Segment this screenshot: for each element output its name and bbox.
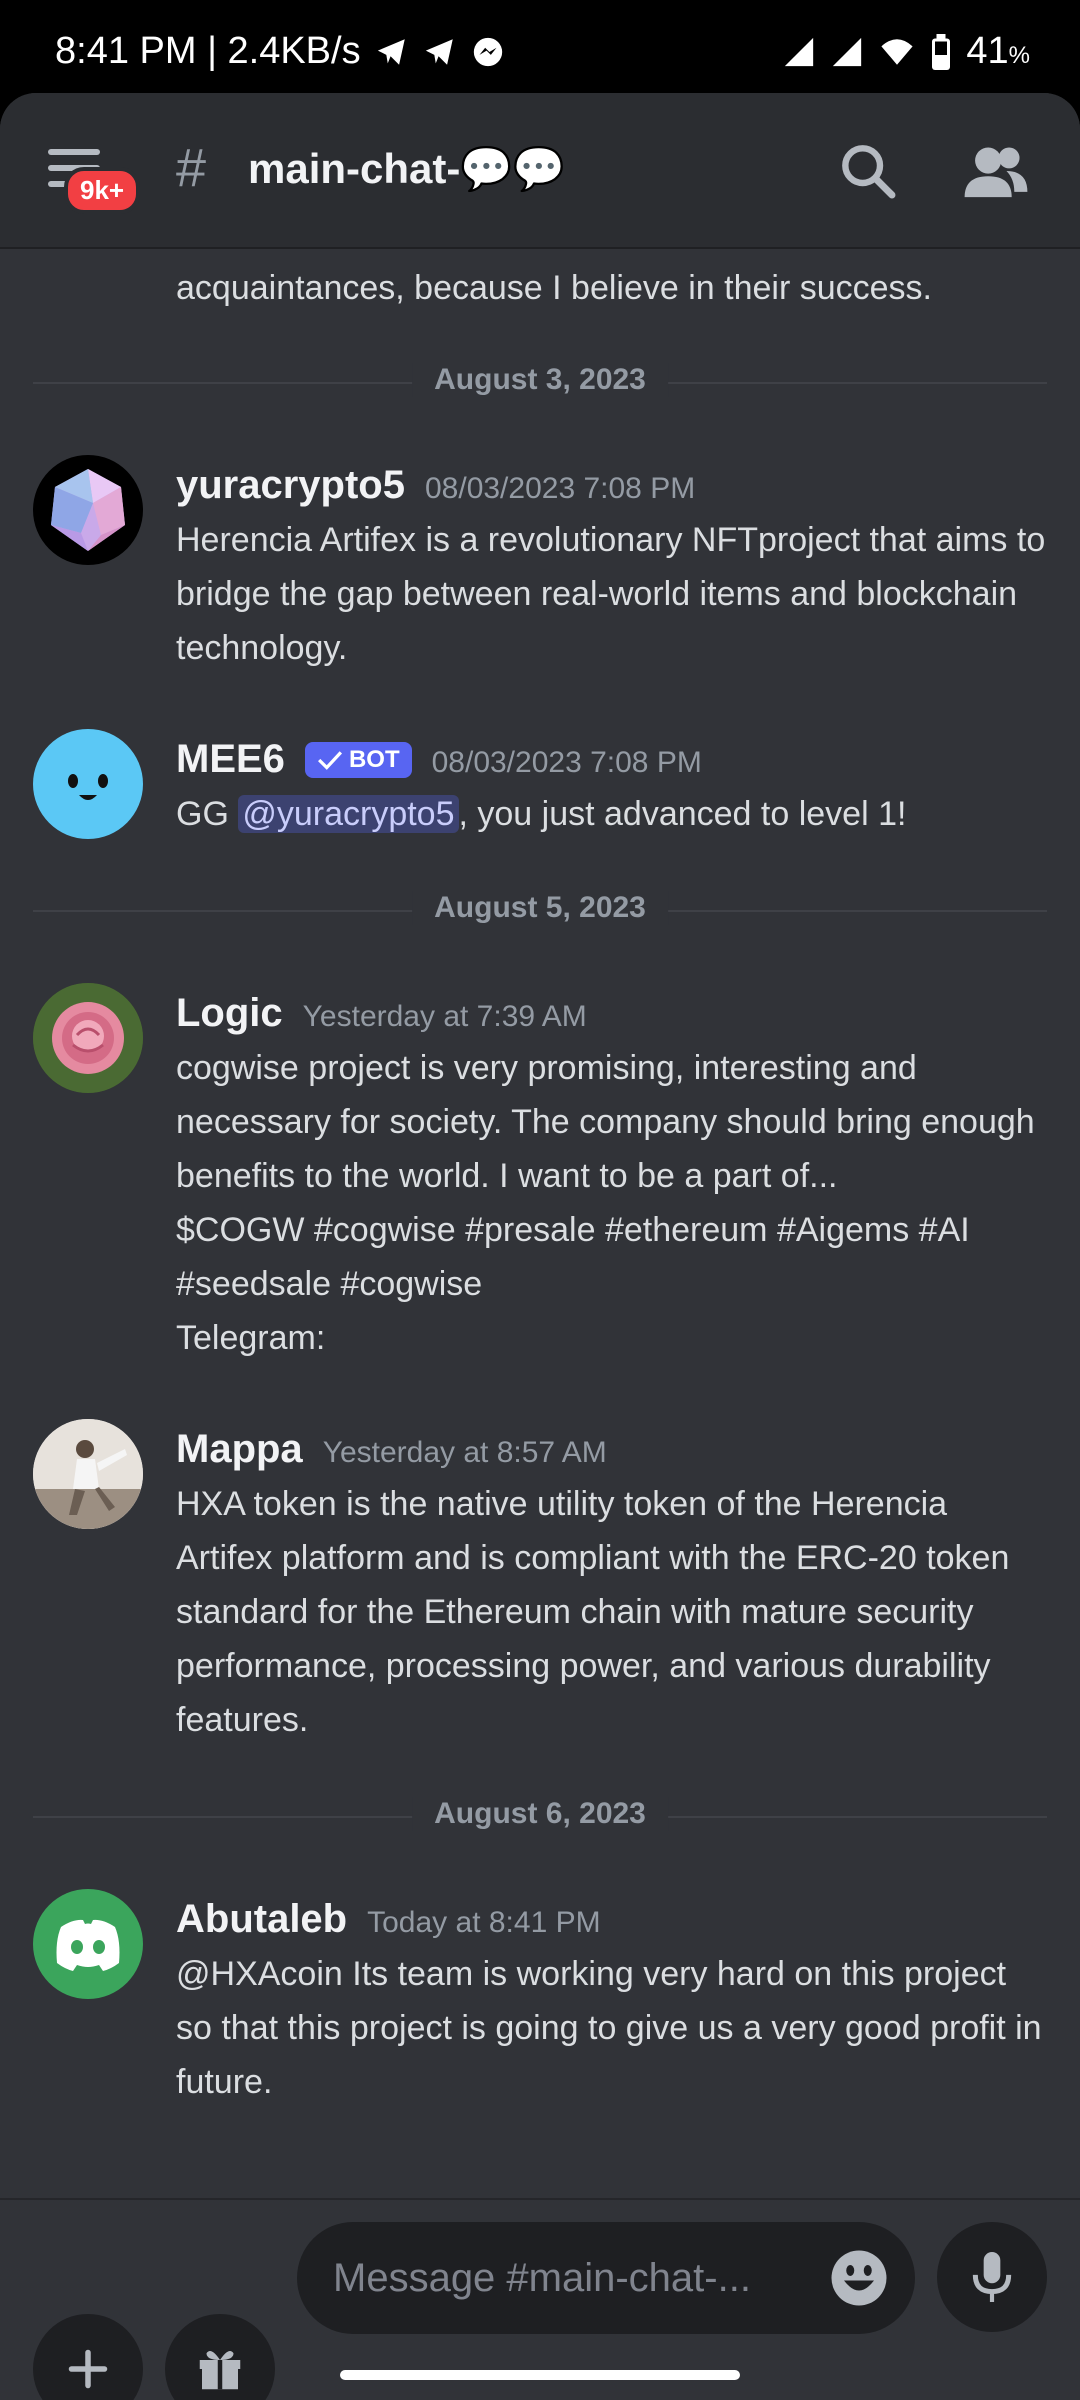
status-right: 41%: [782, 30, 1030, 73]
divider-label: August 6, 2023: [412, 1797, 668, 1831]
battery-level: 41%: [966, 30, 1030, 73]
polyhedron-avatar-icon: [51, 469, 125, 551]
status-time-speed: 8:41 PM | 2.4KB/s: [55, 30, 361, 72]
message-line: Telegram:: [176, 1319, 326, 1357]
message-line: $COGW #cogwise #presale #ethereum #Aigem…: [176, 1211, 970, 1303]
timestamp: Today at 8:41 PM: [367, 1906, 601, 1939]
checkmark-icon: [317, 750, 342, 770]
message-text: Herencia Artifex is a revolutionary NFTp…: [176, 521, 1046, 667]
plus-icon: [68, 2349, 108, 2389]
partial-message: acquaintances, because I believe in thei…: [176, 269, 933, 307]
telegram-icon: [377, 38, 405, 65]
username[interactable]: Mappa: [176, 1427, 303, 1472]
channel-title[interactable]: main-chat-💬💬: [248, 145, 565, 194]
avatar[interactable]: [33, 1419, 143, 1529]
wifi-icon: [881, 38, 913, 65]
username[interactable]: Abutaleb: [176, 1897, 347, 1942]
timestamp: 08/03/2023 7:08 PM: [431, 746, 702, 779]
user-mention[interactable]: @yuracrypto5: [238, 795, 459, 833]
message-line: cogwise project is very promising, inter…: [176, 1049, 1035, 1195]
avatar[interactable]: [33, 1889, 143, 1999]
battery-unit: %: [1008, 42, 1030, 69]
home-indicator[interactable]: [340, 2370, 740, 2380]
bot-tag-label: BOT: [348, 745, 400, 773]
message-header: Mappa Yesterday at 8:57 AM: [176, 1427, 607, 1472]
timestamp: Yesterday at 7:39 AM: [302, 1000, 587, 1033]
channel-header: 9k+ # main-chat-💬💬: [0, 93, 1080, 249]
signal-icon: [833, 37, 862, 66]
dancer-avatar-icon: [33, 1419, 143, 1529]
message-text: GG @yuracrypto5, you just advanced to le…: [176, 787, 1046, 841]
add-attachment-button[interactable]: [33, 2314, 143, 2400]
avatar[interactable]: [33, 983, 143, 1093]
message-text: HXA token is the native utility token of…: [176, 1485, 1010, 1739]
message-header: yuracrypto5 08/03/2023 7:08 PM: [176, 463, 695, 508]
mee6-face-icon: [68, 774, 108, 800]
date-divider: August 3, 2023: [33, 363, 1047, 401]
date-divider: August 6, 2023: [33, 1797, 1047, 1835]
members-button[interactable]: [962, 139, 1028, 203]
username[interactable]: MEE6: [176, 737, 285, 782]
message-text: @HXAcoin Its team is working very hard o…: [176, 1955, 1042, 2101]
timestamp: Yesterday at 8:57 AM: [322, 1436, 607, 1469]
text-before-mention: GG: [176, 795, 239, 833]
message-text: cogwise project is very promising, inter…: [176, 1041, 1046, 1365]
discord-app: 9k+ # main-chat-💬💬 acquaintances, becaus…: [0, 93, 1080, 2400]
message-input[interactable]: Message #main-chat-...: [297, 2222, 915, 2334]
divider-label: August 3, 2023: [412, 363, 668, 397]
search-button[interactable]: [836, 139, 900, 203]
members-icon: [964, 147, 1028, 198]
message-input-placeholder: Message #main-chat-...: [333, 2256, 751, 2300]
battery-icon: [932, 33, 951, 70]
username[interactable]: yuracrypto5: [176, 463, 405, 508]
message-header: Logic Yesterday at 7:39 AM: [176, 991, 587, 1036]
unread-badge: 9k+: [64, 167, 141, 214]
emoji-icon[interactable]: [829, 2248, 889, 2308]
date-divider: August 5, 2023: [33, 891, 1047, 929]
avatar[interactable]: [33, 729, 143, 839]
signal-icon: [785, 37, 814, 66]
status-left: 8:41 PM | 2.4KB/s: [55, 30, 505, 73]
message-header: Abutaleb Today at 8:41 PM: [176, 1897, 601, 1942]
divider-label: August 5, 2023: [412, 891, 668, 925]
avatar[interactable]: [33, 455, 143, 565]
message-header: MEE6 BOT 08/03/2023 7:08 PM: [176, 737, 702, 782]
gift-button[interactable]: [165, 2314, 275, 2400]
discord-logo-icon: [56, 1919, 120, 1971]
username[interactable]: Logic: [176, 991, 283, 1036]
rose-avatar-icon: [33, 983, 143, 1093]
menu-button[interactable]: 9k+: [40, 147, 141, 217]
voice-message-button[interactable]: [937, 2222, 1047, 2332]
battery-percent: 41: [966, 30, 1009, 72]
bot-tag: BOT: [304, 741, 412, 778]
hash-icon: #: [176, 138, 207, 198]
gift-icon: [199, 2351, 241, 2390]
status-bar: 8:41 PM | 2.4KB/s 41%: [0, 0, 1080, 100]
microphone-icon: [972, 2252, 1012, 2302]
text-after-mention: , you just advanced to level 1!: [458, 795, 907, 833]
telegram-icon: [425, 38, 453, 65]
search-icon: [842, 145, 896, 199]
timestamp: 08/03/2023 7:08 PM: [424, 472, 696, 505]
messenger-icon: [473, 37, 502, 66]
